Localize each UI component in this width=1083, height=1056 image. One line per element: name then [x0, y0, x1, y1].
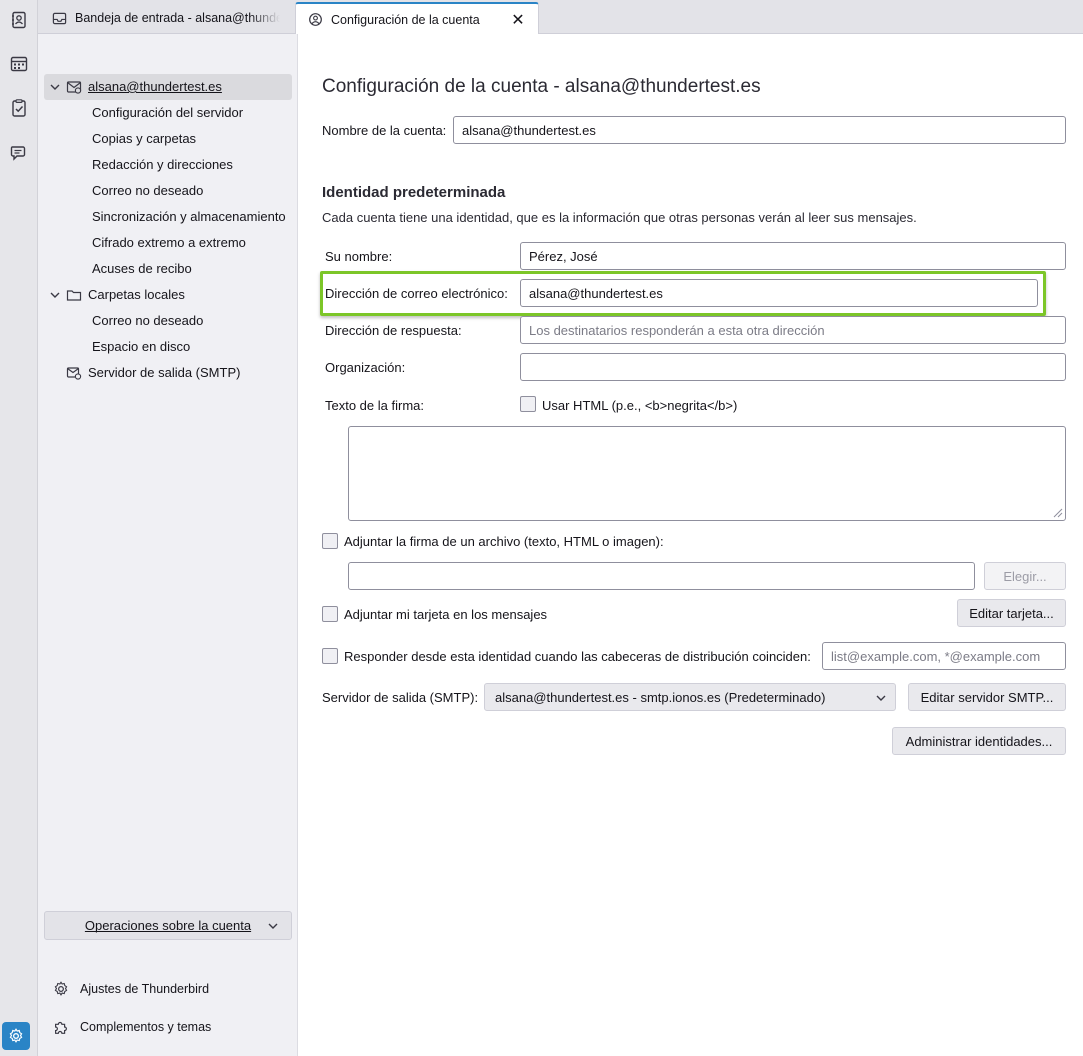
tab-account-settings[interactable]: Configuración de la cuenta ✕ — [295, 2, 539, 35]
tree-item-label: Servidor de salida (SMTP) — [88, 365, 241, 380]
tab-bar: Bandeja de entrada - alsana@thundertest.… — [38, 0, 1083, 35]
use-html-checkbox[interactable] — [520, 396, 536, 412]
tree-item-label: Configuración del servidor — [92, 105, 244, 120]
account-tree-sidebar: alsana@thundertest.es Configuración del … — [38, 34, 298, 1056]
tree-item-account[interactable]: alsana@thundertest.es — [44, 74, 292, 100]
reply-to-label: Dirección de respuesta: — [325, 323, 462, 338]
smtp-select[interactable]: alsana@thundertest.es - smtp.ionos.es (P… — [484, 683, 896, 711]
tab-label: Bandeja de entrada - alsana@thundertest.… — [75, 11, 280, 25]
resize-handle-icon[interactable] — [1051, 506, 1063, 518]
signature-file-input[interactable] — [348, 562, 975, 590]
calendar-icon[interactable] — [5, 50, 33, 78]
manage-identities-button[interactable]: Administrar identidades... — [892, 727, 1066, 755]
close-icon[interactable]: ✕ — [510, 12, 526, 29]
tree-item-label: Cifrado extremo a extremo — [92, 235, 246, 250]
tree-item-composition[interactable]: Redacción y direcciones — [44, 152, 292, 178]
use-html-label: Usar HTML (p.e., <b>negrita</b>) — [542, 398, 738, 413]
addons-themes-link[interactable]: Complementos y temas — [52, 1015, 211, 1039]
reply-from-checkbox[interactable] — [322, 648, 338, 664]
attach-signature-label: Adjuntar la firma de un archivo (texto, … — [344, 534, 664, 549]
attach-signature-checkbox[interactable] — [322, 533, 338, 549]
footer-link-label: Complementos y temas — [80, 1020, 212, 1034]
attach-vcard-checkbox[interactable] — [322, 606, 338, 622]
tree-item-sync-storage[interactable]: Sincronización y almacenamiento — [44, 204, 292, 230]
account-name-input[interactable]: alsana@thundertest.es — [453, 116, 1066, 144]
identity-section-description: Cada cuenta tiene una identidad, que es … — [322, 210, 917, 225]
reply-from-input[interactable]: list@example.com, *@example.com — [822, 642, 1066, 670]
address-book-icon[interactable] — [5, 6, 33, 34]
tree-item-label: Carpetas locales — [88, 287, 185, 302]
choose-file-button[interactable]: Elegir... — [984, 562, 1066, 590]
tab-label: Configuración de la cuenta — [331, 12, 480, 27]
account-tree: alsana@thundertest.es Configuración del … — [44, 74, 292, 386]
account-settings-page: Configuración de la cuenta - alsana@thun… — [298, 34, 1083, 1056]
tasks-icon[interactable] — [5, 94, 33, 122]
tree-item-server-settings[interactable]: Configuración del servidor — [44, 100, 292, 126]
chevron-down-icon — [268, 923, 278, 929]
puzzle-icon — [55, 1021, 67, 1034]
gear-icon — [54, 981, 68, 996]
tree-item-copies-folders[interactable]: Copias y carpetas — [44, 126, 292, 152]
account-settings-icon — [309, 13, 322, 26]
tab-inbox[interactable]: Bandeja de entrada - alsana@thundertest.… — [40, 2, 292, 34]
thunderbird-settings-link[interactable]: Ajustes de Thunderbird — [52, 977, 209, 1001]
tree-item-e2e-encryption[interactable]: Cifrado extremo a extremo — [44, 230, 292, 256]
spaces-toolbar — [0, 0, 38, 1056]
tree-item-return-receipts[interactable]: Acuses de recibo — [44, 256, 292, 282]
tree-item-label: Sincronización y almacenamiento — [92, 209, 286, 224]
footer-link-label: Ajustes de Thunderbird — [80, 982, 210, 996]
edit-card-button[interactable]: Editar tarjeta... — [957, 599, 1066, 627]
inbox-icon — [52, 12, 67, 24]
tree-item-label: Redacción y direcciones — [92, 157, 233, 172]
tree-item-junk[interactable]: Correo no deseado — [44, 178, 292, 204]
email-input[interactable]: alsana@thundertest.es — [520, 279, 1038, 307]
chat-icon[interactable] — [5, 139, 33, 167]
outgoing-server-icon — [66, 367, 82, 380]
tree-item-local-folders[interactable]: Carpetas locales — [44, 282, 292, 308]
signature-label: Texto de la firma: — [325, 398, 424, 413]
page-title: Configuración de la cuenta - alsana@thun… — [322, 76, 761, 97]
smtp-select-value: alsana@thundertest.es - smtp.ionos.es (P… — [495, 689, 826, 705]
tree-item-label: Correo no deseado — [92, 313, 204, 328]
tree-item-label: alsana@thundertest.es — [88, 79, 222, 94]
folder-icon — [66, 290, 82, 301]
tree-item-label: Espacio en disco — [92, 339, 191, 354]
tree-item-label: Acuses de recibo — [92, 261, 192, 276]
tree-item-local-junk[interactable]: Correo no deseado — [44, 308, 292, 334]
reply-from-label: Responder desde esta identidad cuando la… — [344, 649, 811, 664]
settings-icon[interactable] — [2, 1022, 30, 1050]
chevron-down-icon[interactable] — [49, 289, 61, 301]
tree-item-label: Correo no deseado — [92, 183, 204, 198]
tree-item-disk-space[interactable]: Espacio en disco — [44, 334, 292, 360]
tree-item-label: Copias y carpetas — [92, 131, 197, 146]
name-input[interactable]: Pérez, José — [520, 242, 1066, 270]
email-label: Dirección de correo electrónico: — [325, 286, 508, 301]
tree-item-smtp[interactable]: Servidor de salida (SMTP) — [44, 360, 292, 386]
account-actions-button[interactable]: Operaciones sobre la cuenta — [44, 911, 292, 940]
mail-account-icon — [66, 81, 82, 94]
organization-label: Organización: — [325, 360, 406, 375]
reply-to-input[interactable]: Los destinatarios responderán a esta otr… — [520, 316, 1066, 344]
attach-vcard-label: Adjuntar mi tarjeta en los mensajes — [344, 607, 548, 622]
signature-textarea[interactable] — [348, 426, 1066, 521]
chevron-down-icon — [876, 695, 886, 701]
chevron-down-icon[interactable] — [49, 81, 61, 93]
organization-input[interactable] — [520, 353, 1066, 381]
account-name-label: Nombre de la cuenta: — [322, 123, 447, 138]
name-label: Su nombre: — [325, 249, 393, 264]
identity-section-title: Identidad predeterminada — [322, 184, 506, 201]
smtp-label: Servidor de salida (SMTP): — [322, 690, 479, 705]
account-actions-label: Operaciones sobre la cuenta — [84, 918, 252, 933]
edit-smtp-button[interactable]: Editar servidor SMTP... — [908, 683, 1066, 711]
